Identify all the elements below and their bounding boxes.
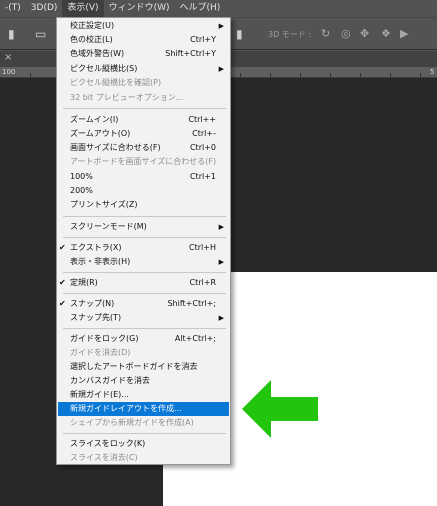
menu-item-clear-slices: スライスを消去(C) — [70, 453, 138, 462]
menu-item-clear-guides: ガイドを消去(D) — [70, 348, 131, 357]
menu-item-32bit-preview: 32 bit プレビューオプション... — [70, 93, 184, 102]
tab-close-icon[interactable]: × — [4, 52, 12, 63]
3d-pan-icon[interactable]: ✥ — [360, 27, 369, 40]
menu-separator — [63, 216, 226, 217]
submenu-arrow-icon: ▶ — [218, 65, 224, 73]
menu-item-zoom-out[interactable]: ズームアウト(O) Ctrl+- — [58, 127, 229, 141]
menu-help[interactable]: ヘルプ(H) — [175, 0, 226, 17]
menu-item-clear-canvas-guides[interactable]: カンバスガイドを消去 — [58, 374, 229, 388]
menu-edit-tail[interactable]: -(T) — [0, 0, 26, 17]
menu-separator — [63, 272, 226, 273]
menu-separator — [63, 433, 226, 434]
menu-item-pixel-aspect-ratio[interactable]: ピクセル縦横比(S) ▶ — [58, 62, 229, 76]
align-right-icon[interactable]: ▮ — [236, 27, 243, 41]
3d-roll-icon[interactable]: ◎ — [341, 27, 351, 40]
menu-window[interactable]: ウィンドウ(W) — [104, 0, 175, 17]
menu-item-clear-artboard-guides[interactable]: 選択したアートボードガイドを消去 — [58, 360, 229, 374]
menu-item-gamut-warning[interactable]: 色域外警告(W) Shift+Ctrl+Y — [58, 47, 229, 61]
3d-orbit-icon[interactable]: ↻ — [321, 27, 330, 40]
ruler-mark-5: 5 — [430, 68, 435, 76]
3d-mode-label: 3D モード : — [268, 30, 312, 39]
menu-item-lock-guides[interactable]: ガイドをロック(G) Alt+Ctrl+; — [58, 332, 229, 346]
menu-separator — [63, 293, 226, 294]
align-left-icon[interactable]: ▭ — [35, 27, 46, 41]
menu-item-pixel-aspect-correction: ピクセル縦横比を確認(P) — [70, 78, 162, 87]
menu-item-guides-from-shape: シェイプから新規ガイドを作成(A) — [70, 418, 194, 427]
checkmark-icon: ✔ — [59, 278, 66, 287]
submenu-arrow-icon: ▶ — [218, 314, 224, 322]
checkmark-icon: ✔ — [59, 299, 66, 308]
menu-item-lock-slices[interactable]: スライスをロック(K) — [58, 437, 229, 451]
view-menu-dropdown: 校正設定(U) ▶ 色の校正(L) Ctrl+Y 色域外警告(W) Shift+Ctr… — [56, 17, 231, 465]
menu-item-fit-artboard: アートボードを画面サイズに合わせる(F) — [70, 157, 217, 166]
menu-item-fit-on-screen[interactable]: 画面サイズに合わせる(F) Ctrl+0 — [58, 141, 229, 155]
checkmark-icon: ✔ — [59, 243, 66, 252]
align-top-icon[interactable]: ▮ — [8, 27, 15, 41]
menu-item-new-guide-layout[interactable]: 新規ガイドレイアウトを作成... — [58, 402, 229, 416]
3d-slide-icon[interactable]: ❖ — [381, 27, 391, 40]
menu-item-100-percent[interactable]: 100% Ctrl+1 — [58, 170, 229, 184]
menu-item-zoom-in[interactable]: ズームイン(I) Ctrl++ — [58, 113, 229, 127]
menu-item-print-size[interactable]: プリントサイズ(Z) — [58, 198, 229, 212]
ruler-mark-100: 100 — [2, 68, 16, 76]
menu-item-proof-setup[interactable]: 校正設定(U) ▶ — [58, 19, 229, 33]
menu-item-new-guide[interactable]: 新規ガイド(E)... — [58, 388, 229, 402]
menu-item-snap-to[interactable]: スナップ先(T) ▶ — [58, 311, 229, 325]
submenu-arrow-icon: ▶ — [218, 258, 224, 266]
3d-camera-icon[interactable]: ▶ — [400, 27, 408, 40]
menu-view[interactable]: 表示(V) — [62, 0, 104, 17]
menu-item-extras[interactable]: ✔ エクストラ(X) Ctrl+H — [58, 241, 229, 255]
menu-item-200-percent[interactable]: 200% — [58, 184, 229, 198]
menu-separator — [63, 108, 226, 109]
menu-separator — [63, 237, 226, 238]
menu-item-rulers[interactable]: ✔ 定規(R) Ctrl+R — [58, 276, 229, 290]
submenu-arrow-icon: ▶ — [218, 22, 224, 30]
menu-item-screen-mode[interactable]: スクリーンモード(M) ▶ — [58, 220, 229, 234]
menu-item-show[interactable]: 表示・非表示(H) ▶ — [58, 255, 229, 269]
submenu-arrow-icon: ▶ — [218, 223, 224, 231]
menu-3d[interactable]: 3D(D) — [26, 0, 63, 17]
menu-separator — [63, 328, 226, 329]
green-arrow-annotation — [242, 380, 318, 438]
menu-bar: -(T) 3D(D) 表示(V) ウィンドウ(W) ヘルプ(H) — [0, 0, 437, 17]
menu-item-proof-colors[interactable]: 色の校正(L) Ctrl+Y — [58, 33, 229, 47]
menu-item-snap[interactable]: ✔ スナップ(N) Shift+Ctrl+; — [58, 297, 229, 311]
